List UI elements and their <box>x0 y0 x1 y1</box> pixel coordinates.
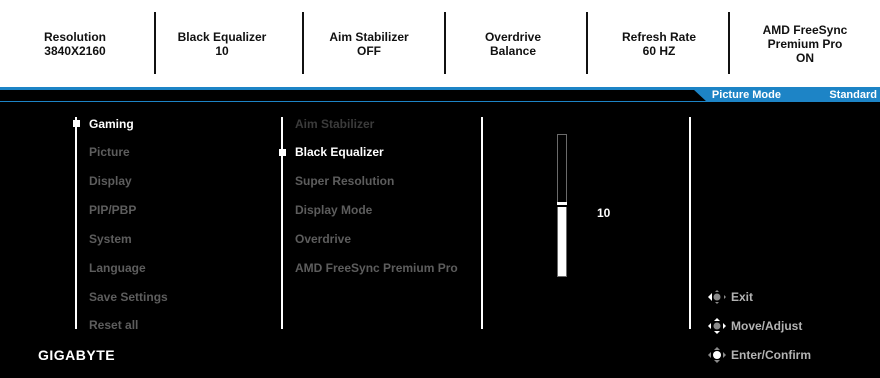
selection-marker <box>279 149 286 156</box>
slider-handle[interactable] <box>557 202 567 207</box>
status-label: Black Equalizer <box>177 29 267 44</box>
slider-fill <box>558 205 566 276</box>
status-value: ON <box>796 50 814 65</box>
picture-mode-label: Picture Mode <box>711 89 781 101</box>
status-value: 10 <box>215 43 229 58</box>
status-value: Balance <box>489 43 537 58</box>
hint-label: Enter/Confirm <box>731 348 812 362</box>
main-menu-item-pip-pbp[interactable]: PIP/PBP <box>89 202 136 218</box>
column-divider <box>481 117 483 329</box>
status-value: 60 HZ <box>642 43 676 58</box>
joystick-left-icon <box>708 290 726 304</box>
hint-exit: Exit <box>707 289 753 305</box>
picture-mode-value: Standard <box>829 89 877 101</box>
selection-marker <box>73 120 80 127</box>
sub-menu-item-black-equalizer[interactable]: Black Equalizer <box>295 144 384 160</box>
sub-menu-item-aim-stabilizer[interactable]: Aim Stabilizer <box>295 116 374 132</box>
slider-value: 10 <box>597 206 611 220</box>
hint-label: Move/Adjust <box>731 319 803 333</box>
main-menu-item-display[interactable]: Display <box>89 173 132 189</box>
main-menu-item-system[interactable]: System <box>89 231 132 247</box>
column-divider <box>75 117 77 329</box>
sub-menu-item-overdrive[interactable]: Overdrive <box>295 231 351 247</box>
status-label: Refresh Rate <box>621 29 697 44</box>
status-divider <box>444 12 446 74</box>
status-label: AMD FreeSync Premium Pro <box>762 22 848 51</box>
status-refresh-rate: Refresh Rate 60 HZ <box>594 0 724 87</box>
main-menu-item-save-settings[interactable]: Save Settings <box>89 289 168 305</box>
main-menu-item-language[interactable]: Language <box>89 260 146 276</box>
status-black-equalizer: Black Equalizer 10 <box>157 0 287 87</box>
status-value: 3840X2160 <box>44 43 106 58</box>
status-overdrive: Overdrive Balance <box>448 0 578 87</box>
column-divider <box>689 117 691 329</box>
main-menu-item-reset-all[interactable]: Reset all <box>89 317 138 333</box>
status-resolution: Resolution 3840X2160 <box>10 0 140 87</box>
joystick-press-icon <box>708 347 726 363</box>
status-divider <box>728 12 730 74</box>
status-divider <box>586 12 588 74</box>
main-menu-item-picture[interactable]: Picture <box>89 144 130 160</box>
joystick-all-directions-icon <box>708 318 726 334</box>
status-aim-stabilizer: Aim Stabilizer OFF <box>304 0 434 87</box>
status-value: OFF <box>357 43 381 58</box>
gigabyte-logo: GIGABYTE <box>38 347 116 363</box>
status-divider <box>154 12 156 74</box>
status-label: Aim Stabilizer <box>329 29 409 44</box>
status-label: Resolution <box>44 29 106 44</box>
hint-label: Exit <box>731 290 754 304</box>
black-equalizer-slider[interactable] <box>557 134 567 277</box>
hint-enter-confirm: Enter/Confirm <box>707 347 811 363</box>
sub-menu-item-super-resolution[interactable]: Super Resolution <box>295 173 394 189</box>
hint-move-adjust: Move/Adjust <box>707 318 802 334</box>
status-freesync: AMD FreeSync Premium Pro ON <box>735 0 875 87</box>
sub-menu-item-amd-freesync[interactable]: AMD FreeSync Premium Pro <box>295 260 458 276</box>
sub-menu-item-display-mode[interactable]: Display Mode <box>295 202 372 218</box>
main-menu-item-gaming[interactable]: Gaming <box>89 116 134 132</box>
status-bar: Resolution 3840X2160 Black Equalizer 10 … <box>0 0 880 87</box>
status-label: Overdrive <box>484 29 542 44</box>
